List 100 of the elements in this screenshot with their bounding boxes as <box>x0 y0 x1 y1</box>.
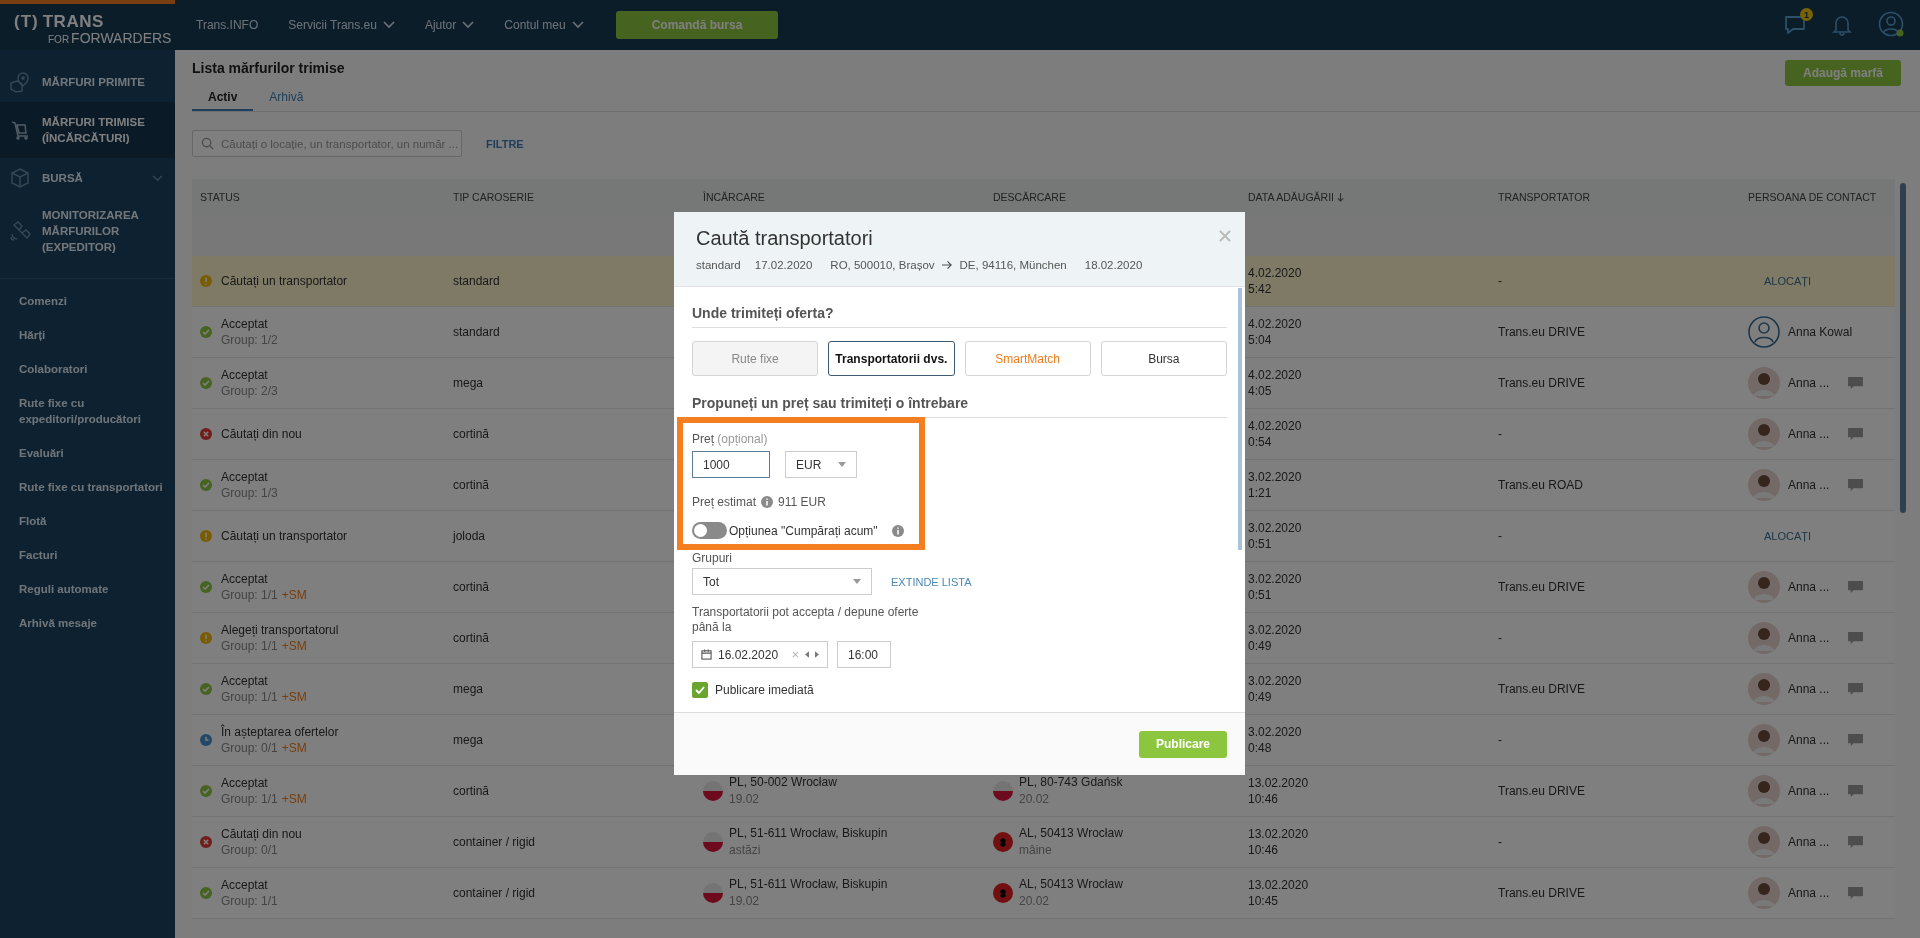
date-text: 19.02 <box>729 791 761 808</box>
carrier-text: - <box>1498 733 1502 747</box>
location-text: PL, 51-611 Wrocław, Biskupin <box>729 825 888 842</box>
date-text: 20.02 <box>1019 893 1051 910</box>
body-type: mega <box>453 376 484 390</box>
location-text: PL, 80-743 Gdańsk <box>1019 774 1123 791</box>
time-text: 5:42 <box>1248 281 1272 297</box>
time-text: 4:05 <box>1248 383 1272 399</box>
location-text: AL, 50413 Wrocław <box>1019 876 1123 893</box>
carrier-text: - <box>1498 274 1502 288</box>
carrier-text: - <box>1498 835 1502 849</box>
group-text: Group: 1/1 <box>221 791 278 807</box>
location-text: PL, 50-002 Wrocław <box>729 774 837 791</box>
smartmatch-tag: +SM <box>281 689 307 705</box>
group-text: Group: 0/1 <box>221 740 278 756</box>
field-label: Preț estimat <box>692 495 757 509</box>
status-text: Căutați din nou <box>221 826 302 842</box>
body-type: standard <box>696 259 741 271</box>
group-text: Group: 1/1 <box>221 689 278 705</box>
page-title: Lista mărfurilor trimise <box>192 60 345 76</box>
date-text: 3.02.2020 <box>1248 571 1302 587</box>
date-text: 3.02.2020 <box>1248 622 1302 638</box>
status-text: În așteptarea ofertelor <box>221 724 339 740</box>
location-text: PL, 51-611 Wrocław, Biskupin <box>729 876 888 893</box>
time-text: 0:54 <box>1248 434 1272 450</box>
group-text: Group: 1/1 <box>221 638 278 654</box>
body-type: mega <box>453 733 484 747</box>
smartmatch-tag: +SM <box>281 587 307 603</box>
carrier-text: - <box>1498 631 1502 645</box>
carrier-text: Trans.eu DRIVE <box>1498 376 1585 390</box>
carrier-text: Trans.eu ROAD <box>1498 478 1583 492</box>
date-text: 4.02.2020 <box>1248 316 1302 332</box>
date-text: 20.02 <box>1019 791 1051 808</box>
status-text: Căutați un transportator <box>221 273 348 289</box>
body-type: cortină <box>453 580 490 594</box>
date-text: 3.02.2020 <box>1248 724 1302 740</box>
carrier-text: Trans.eu DRIVE <box>1498 682 1585 696</box>
body-type: cortină <box>453 784 490 798</box>
field-label: Preț (opțional) <box>692 432 769 446</box>
section-title: Unde trimiteți oferta? <box>692 305 1227 328</box>
smartmatch-tag: +SM <box>281 740 307 756</box>
location-text: RO, 500010, Brașov <box>830 259 935 271</box>
contact-name: Anna ... <box>1788 376 1830 390</box>
group-text: Group: 1/3 <box>221 485 278 501</box>
carrier-text: Trans.eu DRIVE <box>1498 886 1585 900</box>
contact-name: Anna ... <box>1788 631 1830 645</box>
body-type: standard <box>453 325 500 339</box>
dialog-title: Caută transportatori <box>696 227 873 250</box>
group-text: Group: 1/1 <box>221 893 278 909</box>
time-text: 0:51 <box>1248 587 1272 603</box>
date-text: 4.02.2020 <box>1248 367 1302 383</box>
carrier-text: Trans.eu DRIVE <box>1498 784 1585 798</box>
body-type: cortină <box>453 427 490 441</box>
date-text: 4.02.2020 <box>1248 265 1302 281</box>
time-text: 1:21 <box>1248 485 1272 501</box>
group-text: Group: 0/1 <box>221 842 278 858</box>
time-text: 5:04 <box>1248 332 1272 348</box>
contact-name: Anna ... <box>1788 580 1830 594</box>
contact-name: Anna ... <box>1788 886 1830 900</box>
field-label: Grupuri <box>692 551 733 565</box>
carrier-text: - <box>1498 427 1502 441</box>
group-text: Group: 1/1 <box>221 587 278 603</box>
date-text: 3.02.2020 <box>1248 673 1302 689</box>
date-text: 3.02.2020 <box>1248 520 1302 536</box>
date-text: 4.02.2020 <box>1248 418 1302 434</box>
time-text: 0:51 <box>1248 536 1272 552</box>
body-type: joloda <box>453 529 486 543</box>
carrier-text: Trans.eu DRIVE <box>1498 580 1585 594</box>
date-text: 17.02.2020 <box>754 259 813 271</box>
date-text: 13.02.2020 <box>1248 877 1309 893</box>
body-type: mega <box>453 682 484 696</box>
status-text: Căutați un transportator <box>221 528 348 544</box>
status-text: Acceptat <box>221 673 269 689</box>
time-text: 0:49 <box>1248 689 1272 705</box>
status-text: Acceptat <box>221 469 269 485</box>
date-text: astăzi <box>729 842 762 859</box>
status-text: Acceptat <box>221 571 269 587</box>
field-label: Transportatorii pot accepta / depune oferte până la <box>692 605 920 635</box>
status-text: Acceptat <box>221 367 269 383</box>
time-text: 10:46 <box>1248 791 1279 807</box>
body-type: container / rigid <box>453 835 536 849</box>
contact-name: Anna ... <box>1788 835 1830 849</box>
group-text: Group: 2/3 <box>221 383 278 399</box>
body-type: container / rigid <box>453 886 536 900</box>
contact-name: Anna ... <box>1788 733 1830 747</box>
carrier-text: - <box>1498 529 1502 543</box>
checkbox-label: Publicare imediată <box>715 683 814 697</box>
date-text: 13.02.2020 <box>1248 775 1309 791</box>
contact-name: Anna Kowal <box>1788 325 1853 339</box>
body-type: standard <box>453 274 500 288</box>
body-type: cortină <box>453 478 490 492</box>
body-type: cortină <box>453 631 490 645</box>
status-text: Acceptat <box>221 877 269 893</box>
date-text: 13.02.2020 <box>1248 826 1309 842</box>
time-text: 10:45 <box>1248 893 1279 909</box>
smartmatch-tag: +SM <box>281 791 307 807</box>
date-text: mâine <box>1019 842 1053 859</box>
section-title: Propuneți un preț sau trimiteți o întrebare <box>692 395 1227 418</box>
date-text: 18.02.2020 <box>1084 259 1143 271</box>
location-text: AL, 50413 Wrocław <box>1019 825 1123 842</box>
